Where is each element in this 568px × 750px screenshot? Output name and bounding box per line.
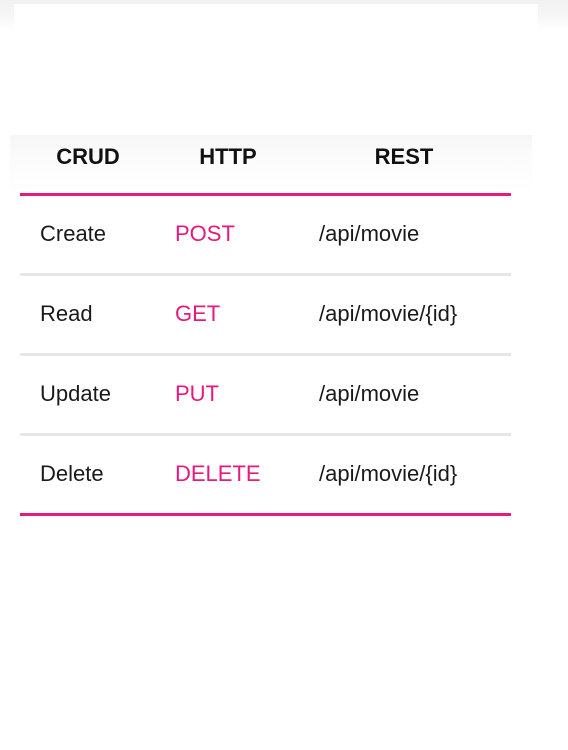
http-method-cell: DELETE [175, 461, 261, 486]
operation-cell: Delete [40, 461, 104, 486]
rest-endpoint-cell: /api/movie [319, 381, 420, 406]
header-rest: REST [374, 144, 434, 169]
table-row: Create POST /api/movie [20, 196, 511, 276]
operation-cell: Read [40, 301, 93, 326]
table-header-row: CRUD HTTP REST [10, 135, 532, 193]
http-method-cell: POST [175, 221, 235, 246]
rest-endpoint-cell: /api/movie/{id} [319, 461, 458, 486]
operation-cell: Update [40, 381, 111, 406]
header-crud: CRUD [56, 144, 120, 169]
table-row: Read GET /api/movie/{id} [20, 276, 511, 356]
rest-endpoint-cell: /api/movie [319, 221, 420, 246]
operation-cell: Create [40, 221, 107, 246]
table-row: Update PUT /api/movie [20, 356, 511, 436]
header-http: HTTP [199, 144, 257, 169]
http-method-cell: GET [175, 301, 221, 326]
crud-http-rest-table: CRUD HTTP REST Create POST /api/movie Re… [10, 135, 532, 516]
table-row: Delete DELETE /api/movie/{id} [20, 436, 511, 513]
rest-endpoint-cell: /api/movie/{id} [319, 301, 458, 326]
table-bottom-rule [20, 513, 511, 516]
top-strip [0, 0, 568, 30]
http-method-cell: PUT [175, 381, 219, 406]
top-strip-inner [14, 4, 538, 30]
